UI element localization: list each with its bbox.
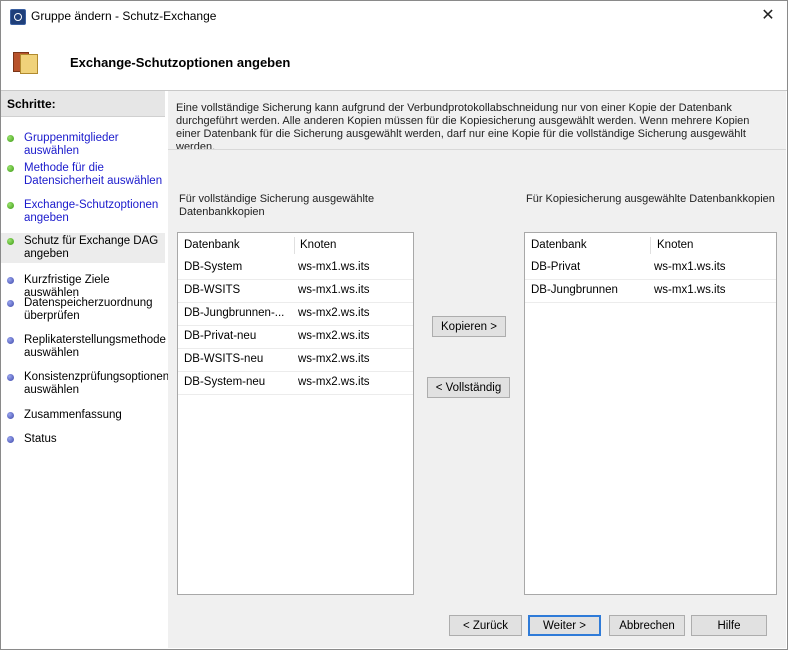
dpm-clock-icon — [10, 9, 26, 25]
step-pending-icon — [7, 337, 14, 344]
copy-backup-list-title: Für Kopiesicherung ausgewählte Datenbank… — [526, 193, 775, 205]
step-pending-icon — [7, 277, 14, 284]
step-gruppenmitglieder[interactable]: Gruppenmitglieder auswählen — [1, 132, 165, 157]
help-button[interactable]: Hilfe — [691, 615, 767, 636]
step-pending-icon — [7, 436, 14, 443]
copy-backup-list[interactable]: Datenbank Knoten DB-Privat ws-mx1.ws.its… — [524, 232, 777, 595]
table-row[interactable]: DB-WSITS-neu ws-mx2.ws.its — [178, 349, 413, 372]
wizard-header: Exchange-Schutzoptionen angeben — [1, 32, 787, 90]
step-konsistenzpruefung: Konsistenzprüfungsoptionen auswählen — [1, 371, 169, 398]
cancel-button[interactable]: Abbrechen — [609, 615, 685, 636]
protection-group-icon — [13, 50, 38, 74]
step-pending-icon — [7, 374, 14, 381]
copy-backup-list-header: Datenbank Knoten — [525, 233, 776, 257]
table-row[interactable]: DB-System ws-mx1.ws.its — [178, 257, 413, 280]
table-row[interactable]: DB-Jungbrunnen-... ws-mx2.ws.its — [178, 303, 413, 326]
step-done-icon — [7, 165, 14, 172]
step-kurzfristige-ziele: Kurzfristige Ziele auswählen — [1, 274, 165, 299]
full-backup-list-title: Für vollständige Sicherung ausgewählte D… — [179, 193, 375, 218]
page-title: Exchange-Schutzoptionen angeben — [70, 55, 291, 70]
copy-button[interactable]: Kopieren > — [432, 316, 506, 337]
step-datenspeicher: Datenspeicherzuordnung überprüfen — [1, 297, 165, 324]
step-done-icon — [7, 135, 14, 142]
step-pending-icon — [7, 412, 14, 419]
table-row[interactable]: DB-Privat-neu ws-mx2.ws.its — [178, 326, 413, 349]
step-current-icon — [7, 238, 14, 245]
column-header-knoten[interactable]: Knoten — [300, 239, 336, 251]
step-methode[interactable]: Methode für die Datensicherheit auswähle… — [1, 162, 165, 189]
full-backup-button[interactable]: < Vollständig — [427, 377, 510, 398]
column-header-datenbank[interactable]: Datenbank — [184, 239, 240, 251]
table-row[interactable]: DB-System-neu ws-mx2.ws.its — [178, 372, 413, 395]
table-row[interactable]: DB-WSITS ws-mx1.ws.its — [178, 280, 413, 303]
full-backup-list[interactable]: Datenbank Knoten DB-System ws-mx1.ws.its… — [177, 232, 414, 595]
table-row[interactable]: DB-Jungbrunnen ws-mx1.ws.its — [525, 280, 776, 303]
table-row[interactable]: DB-Privat ws-mx1.ws.its — [525, 257, 776, 280]
step-done-icon — [7, 202, 14, 209]
step-zusammenfassung: Zusammenfassung — [1, 409, 165, 423]
description-divider — [168, 149, 786, 150]
title-bar: Gruppe ändern - Schutz-Exchange ✕ — [1, 1, 787, 32]
column-header-datenbank[interactable]: Datenbank — [531, 239, 587, 251]
steps-heading: Schritte: — [1, 91, 165, 117]
window-title: Gruppe ändern - Schutz-Exchange — [31, 9, 217, 23]
description-text: Eine vollständige Sicherung kann aufgrun… — [176, 102, 750, 153]
column-header-knoten[interactable]: Knoten — [657, 239, 693, 251]
step-status: Status — [1, 433, 165, 447]
full-backup-list-header: Datenbank Knoten — [178, 233, 413, 257]
steps-sidebar: Schritte: Gruppenmitglieder auswählen Me… — [1, 91, 169, 648]
close-button[interactable]: ✕ — [757, 5, 779, 27]
wizard-window: Gruppe ändern - Schutz-Exchange ✕ Exchan… — [0, 0, 788, 650]
back-button[interactable]: < Zurück — [449, 615, 522, 636]
step-pending-icon — [7, 300, 14, 307]
step-exchange-optionen[interactable]: Exchange-Schutzoptionen angeben — [1, 199, 165, 226]
step-schutz-dag: Schutz für Exchange DAG angeben — [1, 233, 165, 263]
step-replikaterstellung: Replikaterstellungsmethode auswählen — [1, 334, 166, 361]
next-button[interactable]: Weiter > — [528, 615, 601, 636]
main-panel: Eine vollständige Sicherung kann aufgrun… — [168, 91, 786, 648]
